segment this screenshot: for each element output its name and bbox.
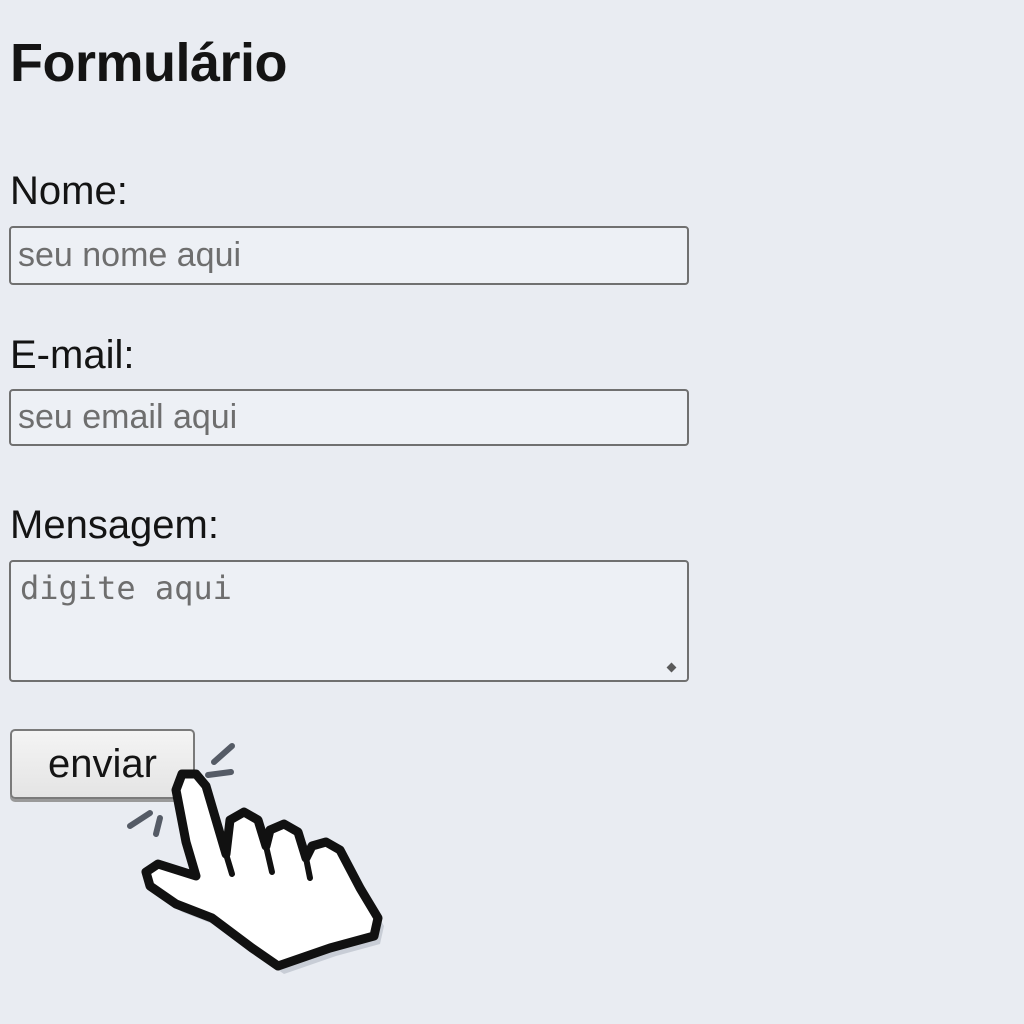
email-label: E-mail:: [10, 333, 135, 377]
message-textarea[interactable]: [9, 560, 689, 682]
message-label: Mensagem:: [10, 503, 219, 547]
page-title: Formulário: [10, 33, 288, 93]
submit-button[interactable]: enviar: [10, 729, 195, 799]
name-label: Nome:: [10, 169, 128, 213]
name-input[interactable]: [9, 226, 689, 285]
email-input[interactable]: [9, 389, 689, 446]
